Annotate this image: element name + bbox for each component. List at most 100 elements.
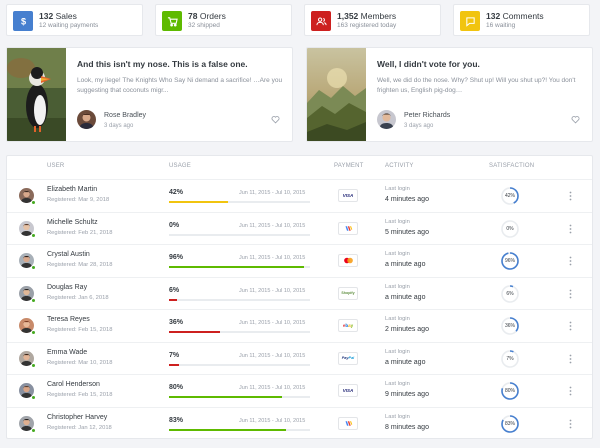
message-icon xyxy=(460,11,480,31)
user-name[interactable]: Michelle Schultz xyxy=(47,219,98,226)
more-vertical-icon[interactable] xyxy=(569,256,572,266)
activity-time: 4 minutes ago xyxy=(385,196,429,203)
svg-text:$: $ xyxy=(20,16,25,26)
usage-progress-bar xyxy=(169,266,310,268)
more-vertical-icon[interactable] xyxy=(569,321,572,331)
blog-card[interactable]: Well, I didn't vote for you. Well, we di… xyxy=(306,47,593,142)
usage-progress-bar xyxy=(169,363,310,366)
online-status-dot xyxy=(31,200,36,205)
mountain-landscape-photo[interactable] xyxy=(307,48,366,141)
online-status-dot xyxy=(31,297,36,303)
payment-method-icon xyxy=(338,221,358,235)
activity-label: Last login xyxy=(385,283,410,290)
post-title[interactable]: And this isn't my nose. This is a false … xyxy=(77,59,248,69)
activity-time: 9 minutes ago xyxy=(385,391,429,398)
stat-sub: 16 waiting xyxy=(486,22,516,29)
more-vertical-icon[interactable] xyxy=(569,354,572,364)
usage-progress-fill xyxy=(169,331,220,333)
usage-progress-bar xyxy=(169,428,310,431)
user-name[interactable]: Douglas Ray xyxy=(47,284,87,291)
activity-label: Last login xyxy=(385,218,410,225)
user-name[interactable]: Christopher Harvey xyxy=(47,414,107,421)
user-name[interactable]: Elizabeth Martin xyxy=(47,186,97,193)
avatar[interactable] xyxy=(377,110,396,129)
table-row[interactable]: Michelle Schultz Registered: Feb 21, 2018… xyxy=(7,211,592,245)
usage-range: Jun 11, 2015 - Jul 10, 2015 xyxy=(239,417,306,424)
satisfaction-value: 83% xyxy=(504,420,515,427)
usage-percent: 42% xyxy=(169,189,184,196)
activity-label: Last login xyxy=(385,316,410,322)
stat-label: Members xyxy=(360,11,397,21)
user-name[interactable]: Teresa Reyes xyxy=(47,316,90,323)
author-name[interactable]: Peter Richards xyxy=(404,112,450,119)
activity-label: Last login xyxy=(385,413,410,420)
puffin-photo[interactable] xyxy=(7,48,66,141)
more-vertical-icon[interactable] xyxy=(569,224,572,234)
heart-icon[interactable] xyxy=(571,115,580,124)
column-header-satisfaction: SATISFACTION xyxy=(489,163,535,169)
usage-progress-bar xyxy=(169,298,310,301)
more-vertical-icon[interactable] xyxy=(569,289,572,299)
blog-card[interactable]: And this isn't my nose. This is a false … xyxy=(6,47,293,142)
usage-progress-bar xyxy=(169,201,310,203)
usage-percent: 96% xyxy=(169,254,184,261)
table-row[interactable]: Teresa Reyes Registered: Feb 15, 2018 36% J… xyxy=(7,309,592,342)
avatar[interactable] xyxy=(77,110,96,129)
activity-time: a minute ago xyxy=(385,293,426,301)
users-table: USER USAGE PAYMENT ACTIVITY SATISFACTION… xyxy=(6,155,593,439)
payment-method-icon: VISA xyxy=(338,189,358,202)
user-name[interactable]: Emma Wade xyxy=(47,349,87,356)
stat-sub: 163 registered today xyxy=(337,22,397,29)
payment-method-icon: VISA xyxy=(338,384,358,397)
activity-time: 8 minutes ago xyxy=(385,423,429,431)
usage-range: Jun 11, 2015 - Jul 10, 2015 xyxy=(239,255,306,261)
usage-progress-bar xyxy=(169,331,310,333)
usage-progress-fill xyxy=(169,396,282,398)
post-time: 3 days ago xyxy=(404,123,434,129)
stat-card-orders: 78 Orders 32 shipped xyxy=(155,4,292,36)
usage-percent: 0% xyxy=(169,221,180,229)
table-row[interactable]: Elizabeth Martin Registered: Mar 9, 2018 4… xyxy=(7,179,592,212)
more-vertical-icon[interactable] xyxy=(569,419,572,429)
user-registered: Registered: Feb 15, 2018 xyxy=(47,392,113,398)
usage-range: Jun 11, 2015 - Jul 10, 2015 xyxy=(239,287,306,294)
user-name[interactable]: Crystal Austin xyxy=(47,251,90,258)
table-row[interactable]: Christopher Harvey Registered: Jan 12, 20… xyxy=(7,406,592,440)
usage-percent: 6% xyxy=(169,286,180,294)
online-status-dot xyxy=(31,330,36,335)
activity-label: Last login xyxy=(385,381,410,387)
users-icon xyxy=(311,11,331,31)
online-status-dot xyxy=(31,265,36,270)
user-registered: Registered: Mar 28, 2018 xyxy=(47,262,113,268)
user-registered: Registered: Mar 9, 2018 xyxy=(47,197,110,203)
more-vertical-icon[interactable] xyxy=(569,386,572,396)
post-title[interactable]: Well, I didn't vote for you. xyxy=(377,59,480,69)
payment-method-icon xyxy=(338,254,358,267)
stat-value: 1,352 xyxy=(337,11,359,21)
activity-time: 2 minutes ago xyxy=(385,326,429,333)
stat-card-comments: 132 Comments 16 waiting xyxy=(453,4,590,36)
heart-icon[interactable] xyxy=(271,115,280,124)
post-excerpt: Look, my liege! The Knights Who Say Ni d… xyxy=(77,77,283,94)
satisfaction-value: 7% xyxy=(506,355,514,362)
stat-value: 132 xyxy=(39,11,54,21)
user-name[interactable]: Carol Henderson xyxy=(47,381,100,388)
usage-range: Jun 11, 2015 - Jul 10, 2015 xyxy=(239,320,306,326)
user-registered: Registered: Feb 21, 2018 xyxy=(47,229,113,236)
usage-progress-fill xyxy=(169,363,179,366)
user-registered: Registered: Feb 15, 2018 xyxy=(47,327,113,333)
author-name[interactable]: Rose Bradley xyxy=(104,112,146,119)
table-row[interactable]: Carol Henderson Registered: Feb 15, 2018 8… xyxy=(7,374,592,407)
usage-progress-bar xyxy=(169,396,310,398)
activity-label: Last login xyxy=(385,186,410,192)
satisfaction-value: 6% xyxy=(506,290,514,297)
table-row[interactable]: Douglas Ray Registered: Jan 6, 2018 6% Jun … xyxy=(7,276,592,310)
stat-value: 78 xyxy=(188,11,198,21)
table-row[interactable]: Crystal Austin Registered: Mar 28, 2018 96… xyxy=(7,244,592,277)
table-row[interactable]: Emma Wade Registered: Mar 10, 2018 7% Jun 1… xyxy=(7,341,592,375)
stat-card-sales: $ 132 Sales 12 waiting payments xyxy=(6,4,143,36)
usage-range: Jun 11, 2015 - Jul 10, 2015 xyxy=(239,190,306,196)
activity-time: 5 minutes ago xyxy=(385,228,429,236)
payment-method-icon: ebay xyxy=(338,319,358,332)
more-vertical-icon[interactable] xyxy=(569,191,572,201)
